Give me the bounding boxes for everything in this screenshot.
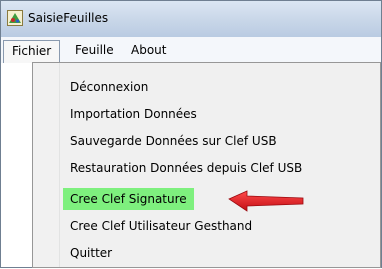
title-bar[interactable]: SaisieFeuilles (1, 1, 381, 38)
menu-item-importation-donnees[interactable]: Importation Données (63, 103, 204, 125)
app-window: SaisieFeuilles Fichier Feuille About Déc… (0, 0, 382, 268)
menu-item-cree-clef-signature[interactable]: Cree Clef Signature (63, 188, 194, 210)
menu-bar: Fichier Feuille About (1, 37, 381, 63)
app-icon[interactable] (7, 10, 23, 26)
fichier-dropdown-menu: Déconnexion Importation Données Sauvegar… (32, 62, 381, 268)
menu-item-sauvegarde-donnees[interactable]: Sauvegarde Données sur Clef USB (63, 130, 284, 152)
window-title: SaisieFeuilles (28, 11, 109, 25)
menu-about[interactable]: About (123, 41, 174, 59)
menu-item-deconnexion[interactable]: Déconnexion (63, 76, 155, 98)
menu-fichier[interactable]: Fichier (3, 40, 61, 63)
menu-item-quitter[interactable]: Quitter (63, 242, 119, 264)
menu-item-cree-clef-utilisateur[interactable]: Cree Clef Utilisateur Gesthand (63, 215, 259, 237)
menu-icon-gutter (33, 63, 60, 267)
menu-item-restauration-donnees[interactable]: Restauration Données depuis Clef USB (63, 157, 309, 179)
menu-feuille[interactable]: Feuille (67, 41, 122, 59)
